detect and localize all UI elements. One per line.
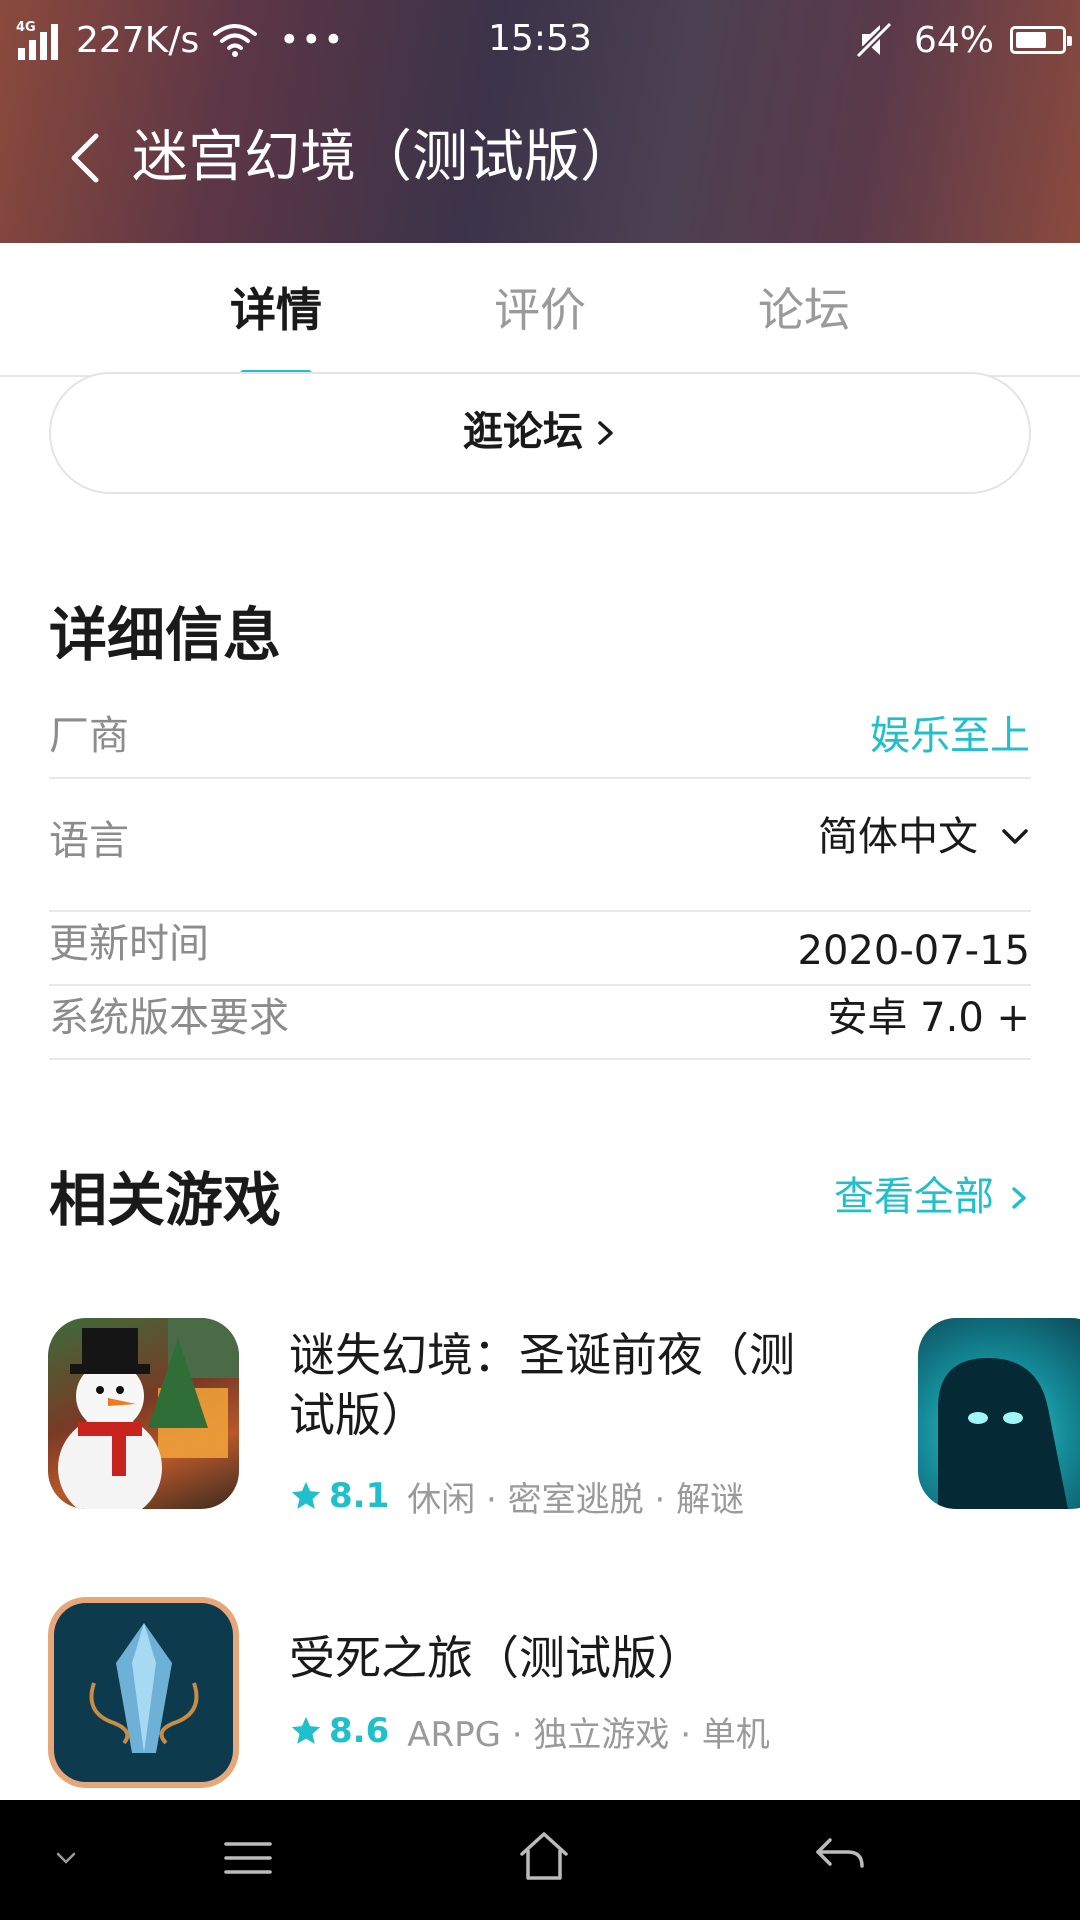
game-title[interactable]: 受死之旅（测试版） [289, 1628, 829, 1688]
nav-bar: 迷宫幻境（测试版） [0, 108, 1080, 208]
menu-icon[interactable] [222, 1838, 274, 1878]
game-tags: ARPG · 独立游戏 · 单机 [407, 1714, 770, 1755]
battery-icon [1010, 26, 1072, 54]
snowman-image [58, 1318, 239, 1509]
app-header: 4G 227K/s ••• 15:53 64% 迷宫幻境（测试版） [0, 0, 1080, 243]
status-right: 64% [854, 18, 1072, 62]
language-value: 简体中文 [818, 814, 978, 860]
game-icon-snowman[interactable] [48, 1318, 239, 1509]
star-icon [291, 1716, 321, 1744]
language-select[interactable]: 简体中文 [818, 812, 1030, 862]
system-req-label: 系统版本要求 [49, 995, 289, 1041]
chevron-right-icon [598, 421, 613, 445]
see-all-link[interactable]: 查看全部 [834, 1170, 1028, 1224]
game-title[interactable]: 谜失幻境：圣诞前夜（测试版） [289, 1325, 829, 1445]
crystal-image [54, 1603, 233, 1782]
mute-icon [855, 21, 893, 59]
back-arrow-icon[interactable] [62, 126, 112, 190]
game-icon-crystal[interactable] [48, 1597, 239, 1788]
related-games-heading: 相关游戏 [49, 1166, 282, 1234]
chevron-down-icon [1002, 829, 1028, 844]
update-time-label: 更新时间 [49, 921, 209, 967]
game-icon-dark-creature[interactable] [918, 1318, 1080, 1509]
tab-details[interactable]: 详情 [196, 283, 356, 337]
system-nav-bar [0, 1800, 1080, 1920]
game-tags: 休闲 · 密室逃脱 · 解谜 [407, 1479, 745, 1520]
tab-forum[interactable]: 论坛 [724, 283, 884, 337]
divider [49, 984, 1031, 986]
update-time-value: 2020-07-15 [797, 928, 1030, 974]
browse-forum-button[interactable]: 逛论坛 [49, 372, 1031, 494]
vendor-label: 厂商 [49, 713, 129, 759]
game-meta: 8.6 ARPG · 独立游戏 · 单机 [289, 1706, 770, 1756]
see-all-label: 查看全部 [834, 1174, 994, 1220]
game-score: 8.1 [329, 1476, 390, 1516]
creature-image [938, 1358, 1068, 1509]
divider [49, 910, 1031, 912]
star-icon [291, 1481, 321, 1509]
home-icon[interactable] [516, 1828, 572, 1884]
chevron-right-icon [1012, 1187, 1026, 1209]
page-title: 迷宫幻境（测试版） [132, 125, 636, 190]
language-label: 语言 [49, 818, 129, 864]
game-meta: 8.1 休闲 · 密室逃脱 · 解谜 [289, 1471, 744, 1521]
game-score: 8.6 [329, 1711, 390, 1751]
status-bar: 4G 227K/s ••• 15:53 64% [0, 0, 1080, 80]
collapse-chevron-icon[interactable] [54, 1850, 78, 1866]
battery-percent: 64% [913, 19, 994, 61]
divider [49, 777, 1031, 779]
vendor-link[interactable]: 娱乐至上 [870, 711, 1030, 761]
browse-forum-label: 逛论坛 [463, 409, 583, 455]
tab-reviews[interactable]: 评价 [460, 283, 620, 337]
tab-bar: 详情 评价 论坛 [0, 243, 1080, 377]
details-heading: 详细信息 [49, 601, 282, 669]
divider [49, 1058, 1031, 1060]
system-req-value: 安卓 7.0 + [827, 995, 1030, 1041]
back-icon[interactable] [814, 1834, 866, 1878]
